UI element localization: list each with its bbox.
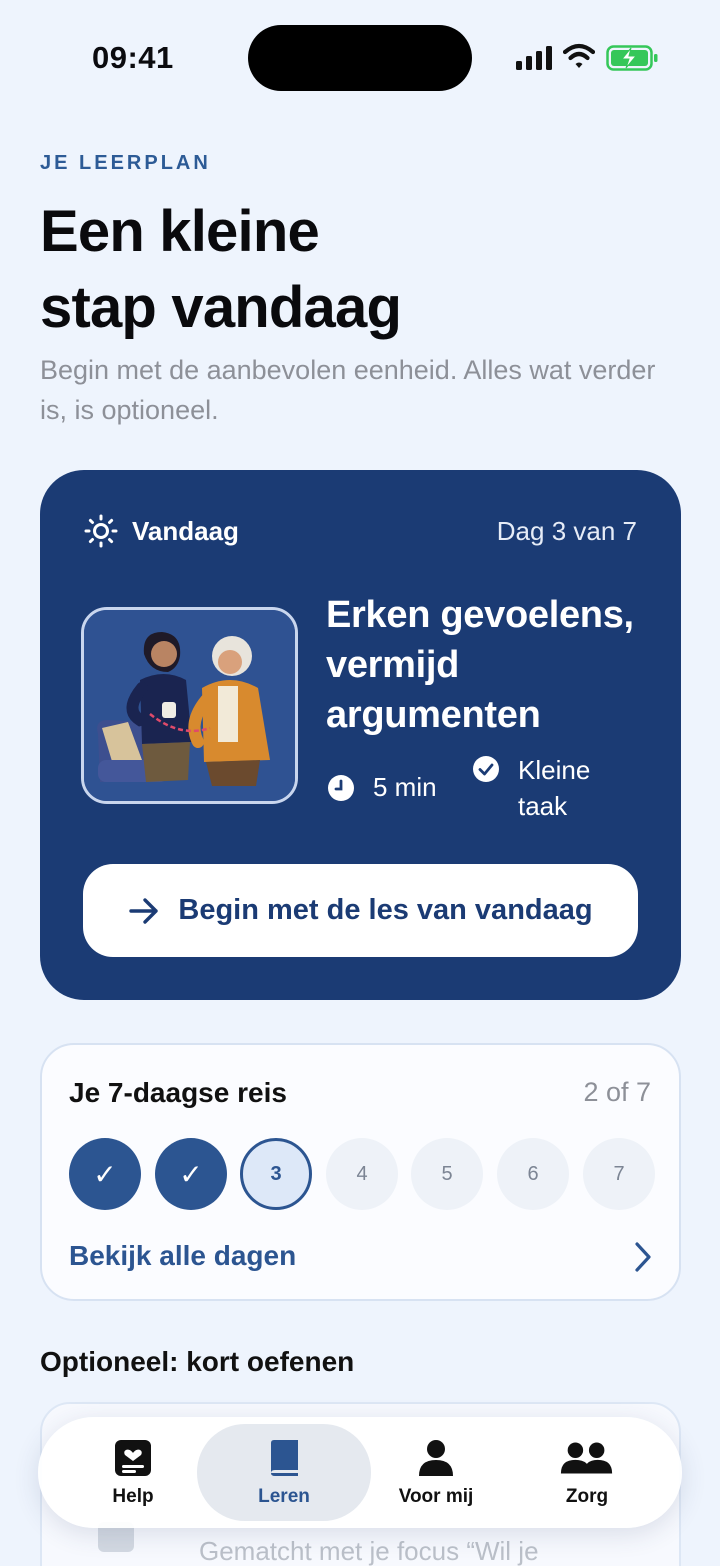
- page-title: Een kleine stap vandaag: [40, 194, 660, 346]
- day-1-completed[interactable]: ✓: [69, 1138, 141, 1210]
- practice-card-subtitle: Gematcht met je focus “Wil je: [199, 1536, 539, 1566]
- page-title-line-2: stap vandaag: [40, 275, 402, 340]
- day-7[interactable]: 7: [583, 1138, 655, 1210]
- tab-learn-label: Leren: [258, 1485, 310, 1507]
- chevron-right-icon[interactable]: [633, 1241, 653, 1273]
- lesson-title: Erken gevoelens, vermijd argumenten: [326, 594, 634, 736]
- sun-icon: [84, 514, 118, 548]
- tab-help[interactable]: Help: [78, 1417, 188, 1528]
- tab-care[interactable]: Zorg: [532, 1417, 642, 1528]
- day-4[interactable]: 4: [326, 1138, 398, 1210]
- heart-note-icon: [115, 1439, 151, 1476]
- cellular-signal-icon: [516, 46, 552, 70]
- day-3-current[interactable]: 3: [240, 1138, 312, 1210]
- journey-progress: 2 of 7: [583, 1077, 651, 1107]
- dynamic-island: [248, 25, 472, 91]
- status-bar: 09:41: [0, 0, 720, 110]
- page-title-line-1: Een kleine: [40, 199, 320, 264]
- person-icon: [419, 1439, 453, 1476]
- clock-icon: [328, 775, 354, 801]
- journey-days: ✓ ✓ 3 4 5 6 7: [69, 1138, 657, 1212]
- today-label: Vandaag: [132, 516, 239, 546]
- section-eyebrow: JE LEERPLAN: [40, 152, 211, 174]
- tab-care-label: Zorg: [565, 1485, 609, 1507]
- start-lesson-label: Begin met de les van vandaag: [178, 894, 593, 926]
- lesson-task-type: Kleine taak: [518, 755, 591, 821]
- journey-title: Je 7-daagse reis: [69, 1077, 287, 1108]
- checkmark-circle-icon: [473, 756, 499, 782]
- optional-heading: Optioneel: kort oefenen: [40, 1346, 355, 1377]
- day-2-completed[interactable]: ✓: [155, 1138, 227, 1210]
- lesson-duration: 5 min: [373, 772, 437, 802]
- journey-card: Je 7-daagse reis 2 of 7 ✓ ✓ 3 4 5 6 7 Be…: [40, 1043, 681, 1301]
- tab-help-label: Help: [112, 1485, 154, 1507]
- day-counter: Dag 3 van 7: [496, 516, 637, 546]
- lesson-illustration: [81, 607, 298, 804]
- status-time: 09:41: [92, 40, 174, 75]
- tab-me-label: Voor mij: [398, 1485, 474, 1507]
- tab-me[interactable]: Voor mij: [378, 1417, 494, 1528]
- day-5[interactable]: 5: [411, 1138, 483, 1210]
- arrow-right-icon: [129, 897, 159, 924]
- tab-learn[interactable]: Leren: [214, 1417, 354, 1528]
- page-subtitle: Begin met de aanbevolen eenheid. Alles w…: [40, 355, 656, 425]
- people-icon: [560, 1442, 613, 1473]
- book-icon: [271, 1439, 298, 1476]
- view-all-days-link[interactable]: Bekijk alle dagen: [69, 1240, 296, 1272]
- tab-bar: Help Leren Voor mij Zorg: [38, 1417, 682, 1528]
- today-lesson-card[interactable]: Vandaag Dag 3 van 7 Erken gevoelens, ver…: [40, 470, 681, 1000]
- day-6[interactable]: 6: [497, 1138, 569, 1210]
- start-lesson-button[interactable]: Begin met de les van vandaag: [83, 864, 638, 957]
- battery-charging-icon: [606, 45, 658, 71]
- wifi-icon: [563, 43, 595, 68]
